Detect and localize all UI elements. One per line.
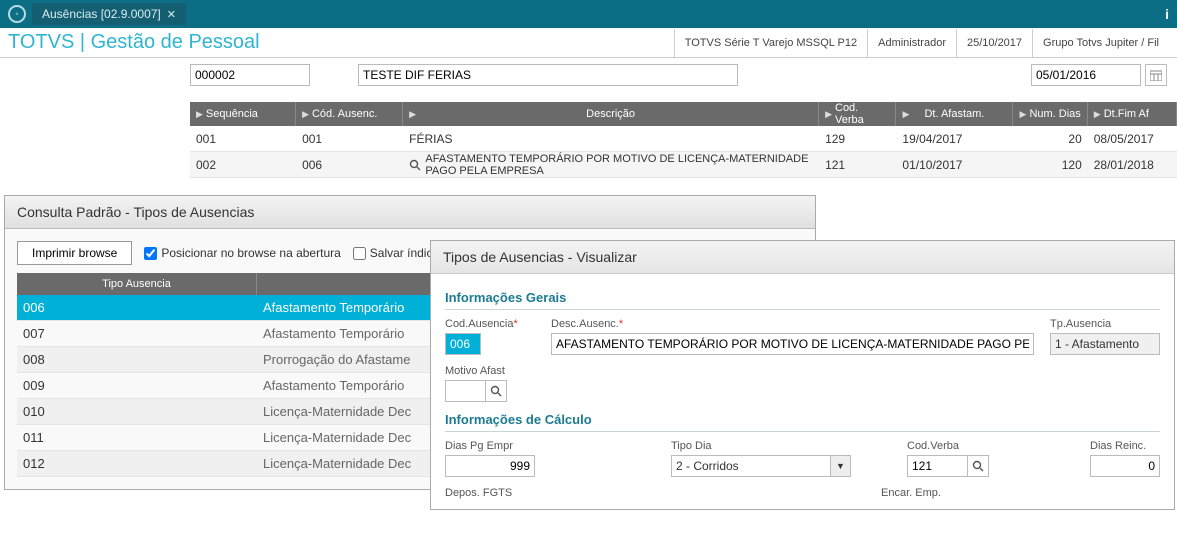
dias-pg-empr-input[interactable] — [445, 455, 535, 477]
header: TOTVS | Gestão de Pessoal TOTVS Série T … — [0, 28, 1177, 58]
dias-reinc-input[interactable] — [1090, 455, 1160, 477]
checkbox-posicionar[interactable]: Posicionar no browse na abertura — [144, 246, 340, 260]
code-input[interactable] — [190, 64, 310, 86]
col-numdias[interactable]: Num. Dias — [1029, 108, 1080, 120]
label-dias-reinc: Dias Reinc. — [1090, 440, 1160, 452]
search-icon[interactable] — [485, 380, 507, 402]
date-input[interactable] — [1031, 64, 1141, 86]
col-dtfim[interactable]: Dt.Fim Af — [1104, 108, 1149, 120]
dialog-title: Consulta Padrão - Tipos de Ausencias — [5, 196, 815, 229]
table-row[interactable]: 002 006 AFASTAMENTO TEMPORÁRIO POR MOTIV… — [190, 152, 1177, 178]
tab-title: Ausências [02.9.0007] — [42, 7, 161, 21]
chevron-down-icon: ▼ — [830, 456, 850, 476]
motivo-afast-input[interactable] — [445, 380, 485, 402]
label-cod-verba: Cod.Verba — [907, 440, 1007, 452]
label-encar-emp: Encar. Emp. — [881, 487, 941, 499]
col-seq[interactable]: Sequência — [206, 108, 258, 120]
name-input[interactable] — [358, 64, 738, 86]
label-dias-pg-empr: Dias Pg Empr — [445, 440, 535, 452]
cod-verba-input[interactable] — [907, 455, 967, 477]
print-browse-button[interactable]: Imprimir browse — [17, 241, 132, 265]
info-icon[interactable]: i — [1165, 6, 1169, 22]
app-menu-icon[interactable]: ◦ — [8, 5, 26, 23]
tp-ausencia-value: 1 - Afastamento — [1050, 333, 1160, 355]
search-icon[interactable] — [409, 157, 421, 173]
desc-ausenc-input[interactable] — [551, 333, 1034, 355]
close-icon[interactable]: ✕ — [167, 8, 176, 21]
col-tipo-ausencia[interactable]: Tipo Ausencia — [17, 273, 257, 295]
table-row[interactable]: 001 001 FÉRIAS 129 19/04/2017 20 08/05/2… — [190, 126, 1177, 152]
tab-ausencias[interactable]: Ausências [02.9.0007] ✕ — [32, 3, 186, 25]
section-informacoes-gerais: Informações Gerais — [445, 290, 1160, 310]
dialog-tipos-ausencias: Tipos de Ausencias - Visualizar Informaç… — [430, 240, 1175, 510]
label-tipo-dia: Tipo Dia — [671, 440, 851, 452]
label-tp-ausencia: Tp.Ausencia — [1050, 318, 1160, 330]
label-desc-ausenc: Desc.Ausenc.* — [551, 318, 1034, 330]
form-row — [0, 58, 1177, 92]
dialog-title: Tipos de Ausencias - Visualizar — [431, 241, 1174, 274]
col-dtafast[interactable]: Dt. Afastam. — [924, 108, 984, 120]
group-label: Grupo Totvs Jupiter / Fil — [1032, 29, 1169, 57]
col-codverba[interactable]: Cod. Verba — [835, 102, 889, 126]
label-depos-fgts: Depos. FGTS — [445, 487, 535, 499]
col-codaus[interactable]: Cód. Ausenc. — [312, 108, 377, 120]
tipo-dia-select[interactable]: 2 - Corridos ▼ — [671, 455, 851, 477]
grid-header: ▶Sequência ▶Cód. Ausenc. ▶Descrição ▶Cod… — [190, 102, 1177, 126]
calendar-icon[interactable] — [1145, 64, 1167, 86]
search-icon[interactable] — [967, 455, 989, 477]
label-cod-ausencia: Cod.Ausencia* — [445, 318, 535, 330]
section-informacoes-calculo: Informações de Cálculo — [445, 412, 1160, 432]
breadcrumb: TOTVS Série T Varejo MSSQL P12 Administr… — [674, 29, 1169, 57]
date-label: 25/10/2017 — [956, 29, 1032, 57]
main-grid: ▶Sequência ▶Cód. Ausenc. ▶Descrição ▶Cod… — [190, 102, 1177, 178]
cod-ausencia-input[interactable] — [445, 333, 481, 355]
user-label: Administrador — [867, 29, 956, 57]
top-bar: ◦ Ausências [02.9.0007] ✕ i — [0, 0, 1177, 28]
env-label: TOTVS Série T Varejo MSSQL P12 — [674, 29, 867, 57]
page-title: TOTVS | Gestão de Pessoal — [8, 31, 260, 54]
label-motivo-afast: Motivo Afast — [445, 365, 535, 377]
col-desc[interactable]: Descrição — [586, 108, 635, 120]
